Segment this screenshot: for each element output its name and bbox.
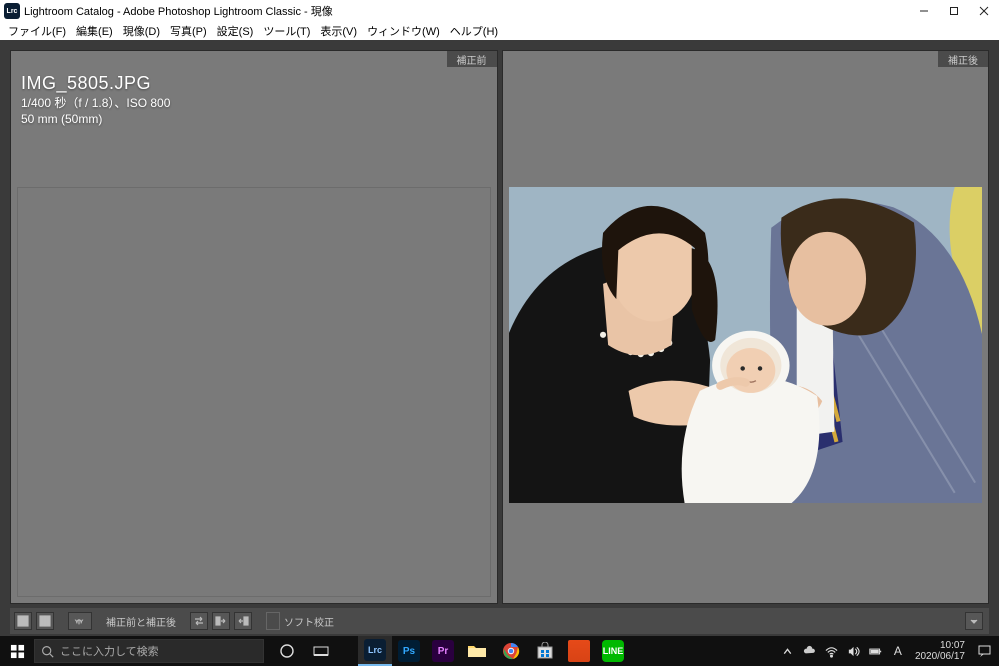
taskbar-app-store[interactable]	[528, 636, 562, 666]
chrome-icon	[502, 642, 520, 660]
task-view-button[interactable]	[304, 636, 338, 666]
swap-before-after-button[interactable]	[190, 612, 208, 630]
taskbar-app-office[interactable]	[562, 636, 596, 666]
taskbar-app-photoshop[interactable]: Ps	[392, 636, 426, 666]
taskbar-app-explorer[interactable]	[460, 636, 494, 666]
soft-proof-checkbox[interactable]	[266, 612, 280, 630]
menu-view[interactable]: 表示(V)	[315, 23, 362, 39]
menu-edit[interactable]: 編集(E)	[71, 23, 118, 39]
after-image	[509, 187, 983, 503]
menu-help[interactable]: ヘルプ(H)	[445, 23, 503, 39]
taskbar-app-premiere[interactable]: Pr	[426, 636, 460, 666]
compare-h-button[interactable]	[36, 612, 54, 630]
soft-proof-label: ソフト校正	[284, 614, 334, 629]
battery-icon[interactable]	[865, 636, 887, 666]
taskbar-clock[interactable]: 10:07 2020/06/17	[909, 640, 971, 662]
onedrive-icon[interactable]	[799, 636, 821, 666]
system-tray: A 10:07 2020/06/17	[777, 636, 999, 666]
start-button[interactable]	[0, 636, 34, 666]
clock-time: 10:07	[915, 640, 965, 651]
loupe-view-button[interactable]	[14, 612, 32, 630]
search-icon	[41, 645, 54, 658]
menu-file[interactable]: ファイル(F)	[3, 23, 71, 39]
after-label: 補正後	[938, 51, 988, 67]
menu-settings[interactable]: 設定(S)	[212, 23, 259, 39]
photo-metadata-overlay: IMG_5805.JPG 1/400 秒（f / 1.8）、ISO 800 50…	[21, 71, 170, 128]
menu-bar: ファイル(F) 編集(E) 現像(D) 写真(P) 設定(S) ツール(T) 表…	[0, 22, 999, 40]
tray-overflow-button[interactable]	[777, 636, 799, 666]
action-center-button[interactable]	[971, 636, 997, 666]
photo-lens: 50 mm (50mm)	[21, 111, 170, 127]
before-after-compare: 補正前 IMG_5805.JPG 1/400 秒（f / 1.8）、ISO 80…	[0, 40, 999, 604]
ime-indicator[interactable]: A	[887, 636, 909, 666]
menu-tool[interactable]: ツール(T)	[258, 23, 315, 39]
photo-filename: IMG_5805.JPG	[21, 71, 170, 95]
taskbar-app-chrome[interactable]	[494, 636, 528, 666]
compare-mode-button[interactable]: Y|Y	[68, 612, 92, 630]
before-image-placeholder	[17, 187, 491, 597]
taskbar-search[interactable]: ここに入力して検索	[34, 639, 264, 663]
svg-text:Y|Y: Y|Y	[75, 619, 83, 625]
clock-date: 2020/06/17	[915, 651, 965, 662]
wifi-icon[interactable]	[821, 636, 843, 666]
toolbar-menu-button[interactable]	[965, 612, 983, 630]
menu-develop[interactable]: 現像(D)	[118, 23, 165, 39]
cortana-button[interactable]	[270, 636, 304, 666]
store-icon	[536, 642, 554, 660]
windows-taskbar: ここに入力して検索 Lrc Ps Pr LINE A 10:07 2020/06…	[0, 636, 999, 666]
search-placeholder: ここに入力して検索	[60, 643, 159, 659]
window-title: Lightroom Catalog - Adobe Photoshop Ligh…	[24, 3, 333, 19]
develop-module: 補正前 IMG_5805.JPG 1/400 秒（f / 1.8）、ISO 80…	[0, 40, 999, 636]
after-panel[interactable]: 補正後	[502, 50, 990, 604]
minimize-button[interactable]	[909, 0, 939, 22]
close-button[interactable]	[969, 0, 999, 22]
volume-icon[interactable]	[843, 636, 865, 666]
taskbar-app-lightroom[interactable]: Lrc	[358, 636, 392, 666]
develop-toolbar: Y|Y 補正前と補正後 ソフト校正	[10, 608, 989, 634]
menu-photo[interactable]: 写真(P)	[165, 23, 212, 39]
before-label: 補正前	[447, 51, 497, 67]
after-image-svg	[509, 187, 983, 503]
maximize-button[interactable]	[939, 0, 969, 22]
copy-after-to-before-button[interactable]	[234, 612, 252, 630]
menu-window[interactable]: ウィンドウ(W)	[362, 23, 445, 39]
window-titlebar: Lrc Lightroom Catalog - Adobe Photoshop …	[0, 0, 999, 22]
app-icon: Lrc	[4, 3, 20, 19]
copy-before-to-after-button[interactable]	[212, 612, 230, 630]
photo-exposure: 1/400 秒（f / 1.8）、ISO 800	[21, 95, 170, 111]
taskbar-app-line[interactable]: LINE	[596, 636, 630, 666]
before-panel[interactable]: 補正前 IMG_5805.JPG 1/400 秒（f / 1.8）、ISO 80…	[10, 50, 498, 604]
before-after-label: 補正前と補正後	[106, 614, 176, 629]
folder-icon	[467, 643, 487, 659]
